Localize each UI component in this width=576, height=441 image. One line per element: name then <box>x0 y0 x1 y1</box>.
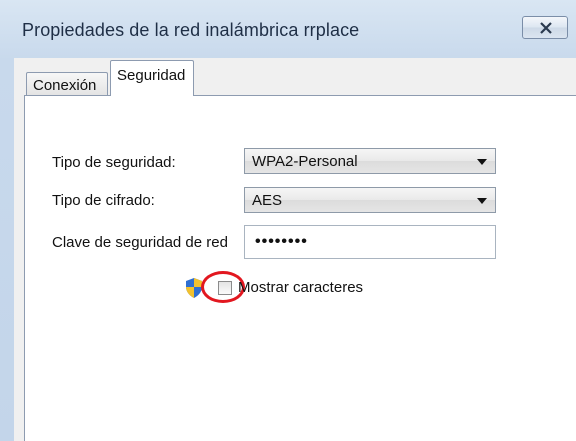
close-icon <box>540 22 552 34</box>
tab-label: Seguridad <box>117 67 186 84</box>
security-type-select[interactable]: WPA2-Personal <box>244 148 496 174</box>
cipher-type-value: AES <box>252 192 283 209</box>
security-type-value: WPA2-Personal <box>252 153 358 170</box>
window-title: Propiedades de la red inalámbrica rrplac… <box>22 20 360 40</box>
dialog-window: Propiedades de la red inalámbrica rrplac… <box>0 0 576 441</box>
cipher-type-label: Tipo de cifrado: <box>52 192 155 209</box>
show-characters-label[interactable]: Mostrar caracteres <box>238 279 363 296</box>
chevron-down-icon <box>477 198 487 204</box>
tab-label: Conexión <box>33 77 97 94</box>
chevron-down-icon <box>477 159 487 165</box>
tab-conexion[interactable]: Conexión <box>26 72 108 96</box>
tab-seguridad[interactable]: Seguridad <box>110 60 194 96</box>
network-key-label: Clave de seguridad de red <box>52 234 228 251</box>
title-bar[interactable]: Propiedades de la red inalámbrica rrplac… <box>0 0 576 48</box>
security-type-label: Tipo de seguridad: <box>52 154 176 171</box>
tab-panel-seguridad <box>24 95 576 441</box>
network-key-field[interactable]: •••••••• <box>244 225 496 259</box>
network-key-value: •••••••• <box>255 233 308 250</box>
cipher-type-select[interactable]: AES <box>244 187 496 213</box>
close-button[interactable] <box>522 16 568 39</box>
